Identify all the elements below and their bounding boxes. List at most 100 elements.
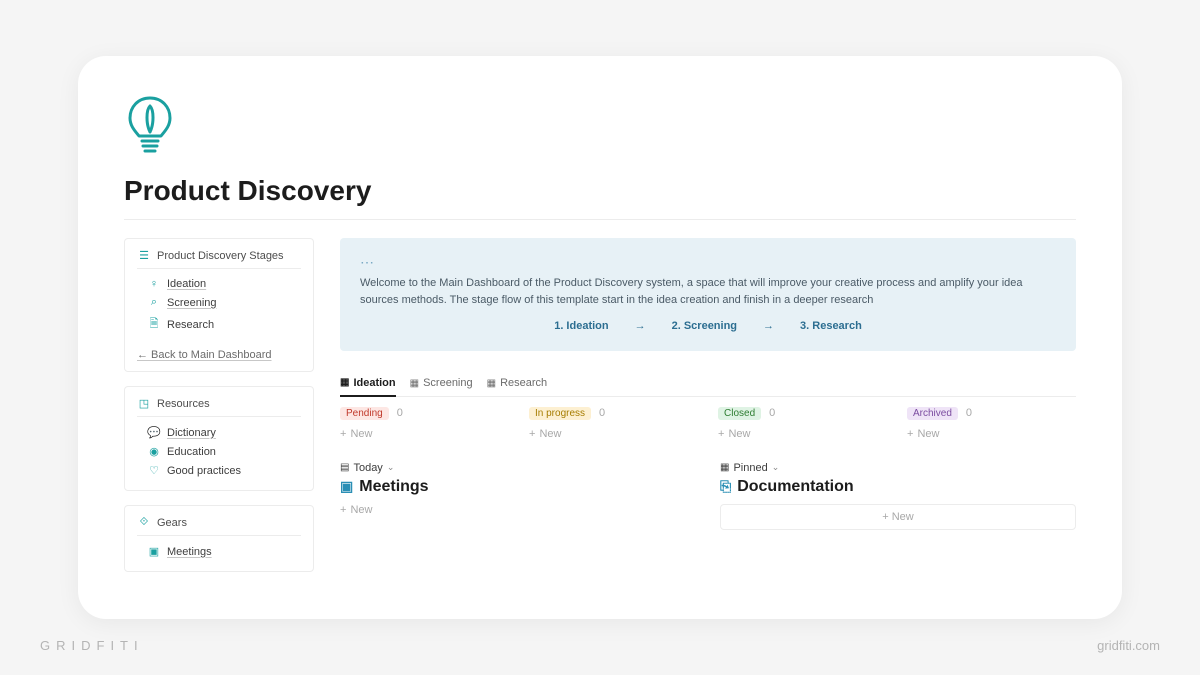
plus-icon: + xyxy=(340,504,346,516)
tab-research[interactable]: ▦ Research xyxy=(487,377,548,396)
stages-header-label: Product Discovery Stages xyxy=(157,250,284,262)
main-content: ⋯ Welcome to the Main Dashboard of the P… xyxy=(340,238,1076,572)
title-divider xyxy=(124,219,1076,220)
box-icon: ◳ xyxy=(137,397,151,410)
watermark-brand: GRIDFITI xyxy=(40,638,144,653)
sidebar-item-ideation[interactable]: ♀ Ideation xyxy=(137,275,301,293)
section-title-label: Documentation xyxy=(737,478,853,496)
documentation-section: ▦ Pinned ⌄ ⎘ Documentation + New xyxy=(720,462,1076,530)
new-card-button[interactable]: +New xyxy=(718,428,887,440)
globe-icon: ◉ xyxy=(147,445,161,458)
tab-screening[interactable]: ▦ Screening xyxy=(410,377,473,396)
column-archived: Archived 0 + New xyxy=(907,407,1076,440)
plus-icon: + xyxy=(907,428,913,440)
resources-header-label: Resources xyxy=(157,398,210,410)
sidebar-item-label: Good practices xyxy=(167,465,241,477)
lower-sections: ▤ Today ⌄ ▣ Meetings + New ▦ Pinned ⌄ xyxy=(340,462,1076,530)
new-card-button[interactable]: + New xyxy=(907,428,1076,440)
board-tabs: ▦ Ideation ▦ Screening ▦ Research xyxy=(340,377,1076,397)
back-to-dashboard-link[interactable]: ← Back to Main Dashboard xyxy=(137,343,301,361)
view-label: Pinned xyxy=(733,462,767,474)
board-icon: ▦ xyxy=(410,378,419,389)
view-selector-today[interactable]: ▤ Today ⌄ xyxy=(340,462,696,474)
plus-icon: + xyxy=(340,428,346,440)
meetings-title[interactable]: ▣ Meetings xyxy=(340,478,696,496)
new-meeting-button[interactable]: + New xyxy=(340,504,696,516)
sidebar-item-label: Education xyxy=(167,446,216,458)
magnifier-icon: ⌕ xyxy=(147,296,161,309)
folder-icon: ⎘ xyxy=(720,478,731,495)
plus-icon: + xyxy=(529,428,535,440)
arrow-right-icon: → xyxy=(635,318,646,335)
resources-box: ◳ Resources 💬 Dictionary ◉ Education ♡ G… xyxy=(124,386,314,491)
sidebar-item-education[interactable]: ◉ Education xyxy=(137,442,301,461)
sidebar-item-research[interactable]: 🗎 Research xyxy=(137,312,301,337)
gears-box: ⟐ Gears ▣ Meetings xyxy=(124,505,314,572)
sidebar-item-good-practices[interactable]: ♡ Good practices xyxy=(137,461,301,480)
section-title-label: Meetings xyxy=(359,478,428,496)
flow-step-ideation[interactable]: 1. Ideation xyxy=(554,318,608,335)
sidebar-item-label: Meetings xyxy=(167,546,212,558)
flow-step-screening[interactable]: 2. Screening xyxy=(672,318,737,335)
sidebar-item-meetings[interactable]: ▣ Meetings xyxy=(137,542,301,561)
new-label: New xyxy=(350,504,372,516)
chat-icon: 💬 xyxy=(147,426,161,439)
sidebar: ☰ Product Discovery Stages ♀ Ideation ⌕ … xyxy=(124,238,314,572)
column-count: 0 xyxy=(769,407,775,419)
sidebar-item-label: Dictionary xyxy=(167,427,216,439)
sidebar-item-label: Ideation xyxy=(167,278,206,290)
meeting-icon: ▣ xyxy=(340,478,353,495)
flow-step-research[interactable]: 3. Research xyxy=(800,318,862,335)
sidebar-item-label: Screening xyxy=(167,297,217,309)
column-label: Archived xyxy=(907,407,958,420)
tab-label: Screening xyxy=(423,377,473,389)
list-icon: ☰ xyxy=(137,249,151,262)
new-label: New xyxy=(917,428,939,440)
stages-box: ☰ Product Discovery Stages ♀ Ideation ⌕ … xyxy=(124,238,314,372)
sidebar-item-label: Research xyxy=(167,319,214,331)
callout-text: Welcome to the Main Dashboard of the Pro… xyxy=(360,275,1056,308)
heart-icon: ♡ xyxy=(147,464,161,477)
sidebar-item-screening[interactable]: ⌕ Screening xyxy=(137,293,301,312)
new-doc-button[interactable]: + New xyxy=(720,504,1076,530)
new-label: New xyxy=(539,428,561,440)
column-closed: Closed 0 +New xyxy=(718,407,887,440)
resources-header: ◳ Resources xyxy=(137,397,301,417)
new-card-button[interactable]: + New xyxy=(529,428,698,440)
watermark-url: gridfiti.com xyxy=(1097,638,1160,653)
column-label: In progress xyxy=(529,407,591,420)
link-icon: ⟐ xyxy=(137,516,151,529)
main-layout: ☰ Product Discovery Stages ♀ Ideation ⌕ … xyxy=(124,238,1076,572)
tab-ideation[interactable]: ▦ Ideation xyxy=(340,377,396,397)
chevron-down-icon: ⌄ xyxy=(387,462,395,473)
document-icon: 🗎 xyxy=(147,315,161,334)
calendar-icon: ▤ xyxy=(340,462,349,473)
documentation-title[interactable]: ⎘ Documentation xyxy=(720,478,1076,496)
view-label: Today xyxy=(353,462,382,474)
pin-icon: ▦ xyxy=(720,462,729,473)
tab-label: Research xyxy=(500,377,547,389)
meetings-section: ▤ Today ⌄ ▣ Meetings + New xyxy=(340,462,696,530)
stages-header: ☰ Product Discovery Stages xyxy=(137,249,301,269)
chevron-down-icon: ⌄ xyxy=(772,462,780,473)
welcome-callout: ⋯ Welcome to the Main Dashboard of the P… xyxy=(340,238,1076,351)
view-selector-pinned[interactable]: ▦ Pinned ⌄ xyxy=(720,462,1076,474)
stage-flow: 1. Ideation → 2. Screening → 3. Research xyxy=(360,318,1056,335)
gears-header-label: Gears xyxy=(157,517,187,529)
column-label: Closed xyxy=(718,407,761,420)
meeting-icon: ▣ xyxy=(147,545,161,558)
column-count: 0 xyxy=(599,407,605,419)
column-count: 0 xyxy=(397,407,403,419)
arrow-right-icon: → xyxy=(763,318,774,335)
kanban-board: Pending 0 + New In progress 0 + New Closed xyxy=(340,407,1076,440)
callout-dots-icon: ⋯ xyxy=(360,252,1056,273)
board-icon: ▦ xyxy=(487,378,496,389)
plus-icon: + xyxy=(718,428,724,440)
new-card-button[interactable]: +New xyxy=(340,428,509,440)
column-count: 0 xyxy=(966,407,972,419)
column-label: Pending xyxy=(340,407,389,420)
column-in-progress: In progress 0 + New xyxy=(529,407,698,440)
gears-header: ⟐ Gears xyxy=(137,516,301,536)
sidebar-item-dictionary[interactable]: 💬 Dictionary xyxy=(137,423,301,442)
lightbulb-icon: ♀ xyxy=(147,278,161,290)
